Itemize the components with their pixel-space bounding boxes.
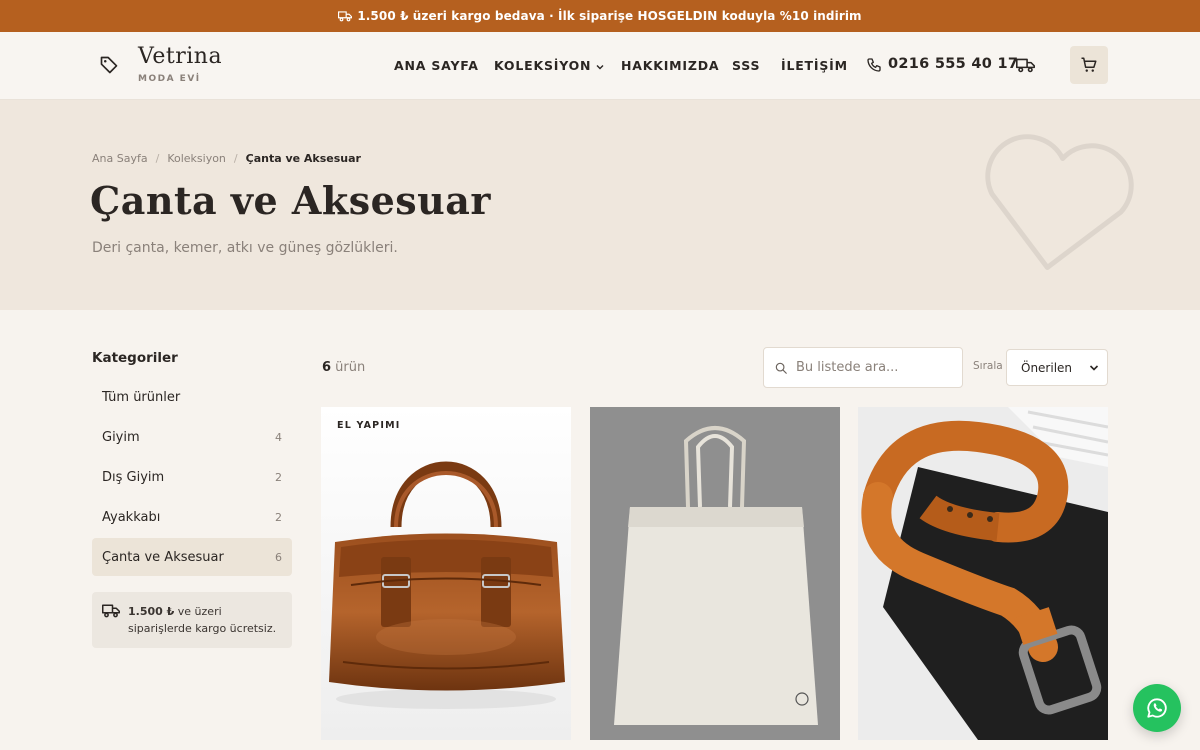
chevron-down-icon <box>596 64 604 69</box>
truck-icon <box>102 604 120 618</box>
category-label: Dış Giyim <box>102 469 165 485</box>
whatsapp-button[interactable] <box>1133 684 1181 732</box>
shipping-truck-icon[interactable] <box>1016 57 1035 73</box>
category-label: Tüm ürünler <box>102 389 181 405</box>
breadcrumb-home[interactable]: Ana Sayfa <box>92 152 148 165</box>
promo-text: 1.500 ₺ üzeri kargo bedava · İlk sipariş… <box>357 9 862 23</box>
shipping-info-box: 1.500 ₺ ve üzeri siparişlerde kargo ücre… <box>92 592 292 648</box>
category-count: 6 <box>275 550 282 564</box>
heart-icon <box>985 134 1134 270</box>
phone-number[interactable]: 0216 555 40 17 <box>888 56 1018 72</box>
product-card-canvas-tote[interactable] <box>590 407 840 740</box>
truck-icon <box>338 11 353 22</box>
category-label: Çanta ve Aksesuar <box>102 549 224 565</box>
product-count-number: 6 <box>322 360 332 375</box>
canvas-tote-image <box>590 407 840 740</box>
product-card-leather-bag[interactable]: EL YAPIMI <box>321 407 571 740</box>
whatsapp-icon <box>1147 698 1167 718</box>
brand-subtitle: MODA EVİ <box>138 74 201 84</box>
category-clothing[interactable]: Giyim 4 <box>92 418 292 456</box>
search-icon <box>775 362 787 374</box>
nav-collection[interactable]: KOLEKSİYON <box>494 58 605 73</box>
chevron-down-icon <box>1089 364 1099 371</box>
page-subtitle: Deri çanta, kemer, atkı ve güneş gözlükl… <box>92 240 398 256</box>
leather-bag-image <box>321 407 571 740</box>
list-search[interactable] <box>763 347 963 388</box>
category-count: 2 <box>275 510 282 524</box>
product-badge: EL YAPIMI <box>337 420 401 431</box>
category-count: 2 <box>275 470 282 484</box>
price-tag-icon <box>100 56 118 74</box>
product-count-suffix: ürün <box>331 360 366 375</box>
product-card-leather-belt[interactable] <box>858 407 1108 740</box>
promo-bar: 1.500 ₺ üzeri kargo bedava · İlk sipariş… <box>0 0 1200 32</box>
breadcrumb-current: Çanta ve Aksesuar <box>245 152 361 165</box>
nav-about[interactable]: HAKKIMIZDA <box>621 58 719 73</box>
category-hero: Ana Sayfa / Koleksiyon / Çanta ve Aksesuar Ç… <box>0 100 1200 310</box>
phone-icon <box>867 58 881 72</box>
nav-contact[interactable]: İLETİŞİM <box>781 58 848 73</box>
category-count: 4 <box>275 430 282 444</box>
nav-collection-label: KOLEKSİYON <box>494 58 592 73</box>
category-shoes[interactable]: Ayakkabı 2 <box>92 498 292 536</box>
product-count: 6 ürün <box>322 360 365 375</box>
breadcrumb-collection[interactable]: Koleksiyon <box>167 152 226 165</box>
category-label: Ayakkabı <box>102 509 161 525</box>
shipping-amount: 1.500 ₺ <box>128 605 175 618</box>
category-outerwear[interactable]: Dış Giyim 2 <box>92 458 292 496</box>
leather-belt-image <box>858 407 1108 740</box>
search-input[interactable] <box>796 360 946 375</box>
breadcrumb: Ana Sayfa / Koleksiyon / Çanta ve Aksesuar <box>92 152 361 165</box>
category-bags-accessories[interactable]: Çanta ve Aksesuar 6 <box>92 538 292 576</box>
breadcrumb-separator: / <box>233 152 238 165</box>
site-header: Vetrina MODA EVİ ANA SAYFA KOLEKSİYON HA… <box>0 32 1200 100</box>
category-label: Giyim <box>102 429 140 445</box>
cart-icon <box>1081 57 1097 72</box>
nav-home[interactable]: ANA SAYFA <box>394 58 479 73</box>
sort-select[interactable]: Önerilen <box>1006 349 1108 386</box>
cart-button[interactable] <box>1070 46 1108 84</box>
nav-faq[interactable]: SSS <box>732 58 760 73</box>
sort-label: Sırala <box>973 360 1003 372</box>
sort-value: Önerilen <box>1021 360 1073 375</box>
page-title: Çanta ve Aksesuar <box>90 178 491 223</box>
category-all[interactable]: Tüm ürünler <box>92 378 292 416</box>
brand-logo[interactable]: Vetrina <box>138 44 222 69</box>
categories-heading: Kategoriler <box>92 350 178 366</box>
breadcrumb-separator: / <box>155 152 160 165</box>
